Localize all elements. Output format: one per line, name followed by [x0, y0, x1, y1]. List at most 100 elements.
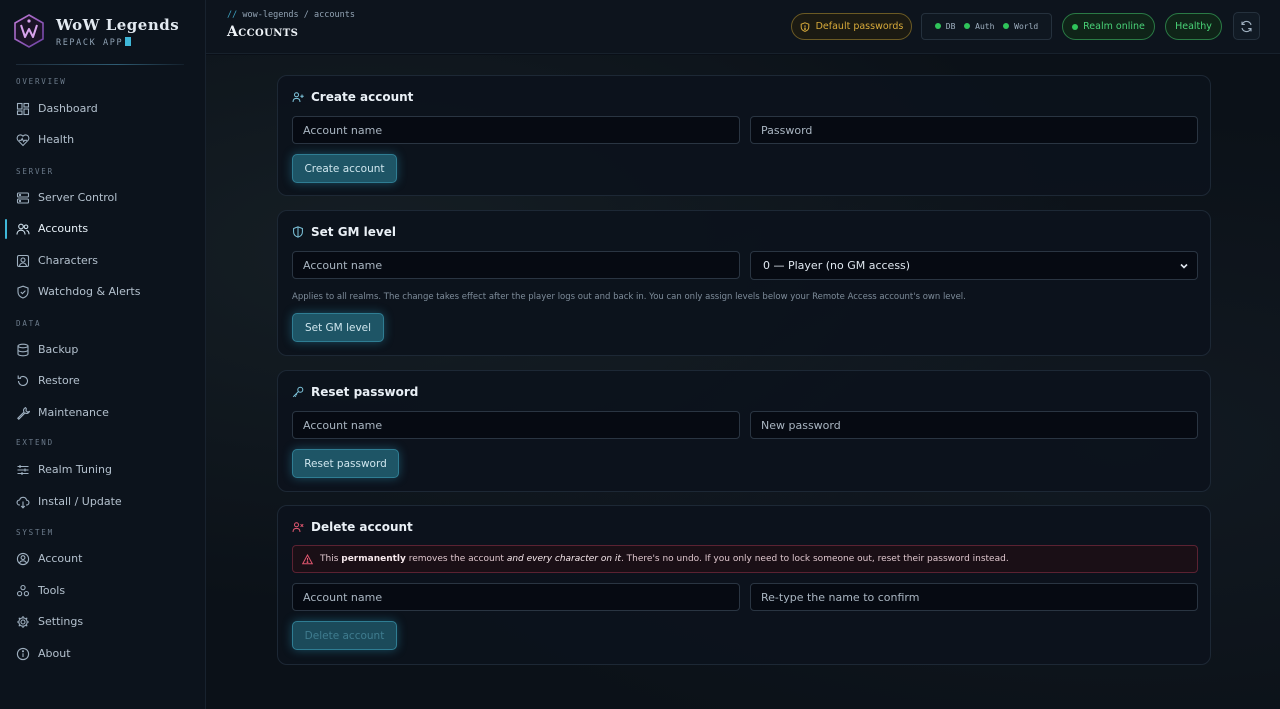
sidebar-item-label: Realm Tuning	[38, 463, 112, 476]
shield-check-icon	[16, 285, 30, 299]
database-icon	[16, 343, 30, 357]
active-indicator	[5, 219, 7, 239]
default-passwords-label: Default passwords	[815, 21, 904, 32]
create-account-card: Create account Create account	[277, 75, 1211, 196]
realm-status-label: Realm online	[1083, 21, 1145, 32]
brand-subtitle-text: REPACK APP	[56, 38, 124, 48]
brand[interactable]: WoW Legends REPACK APP	[12, 12, 197, 68]
sidebar-item-health[interactable]: Health	[0, 127, 205, 153]
realm-status-badge: Realm online	[1062, 13, 1155, 40]
gm-level-hint: Applies to all realms. The change takes …	[292, 292, 966, 302]
create-account-password-input[interactable]	[750, 116, 1198, 144]
card-title: Create account	[311, 90, 414, 104]
warning-triangle-icon	[302, 553, 313, 564]
nav-section-data: DATA	[16, 319, 42, 328]
warning-text-start: This	[320, 554, 342, 564]
sidebar-item-characters[interactable]: Characters	[0, 248, 205, 274]
sidebar-item-label: Accounts	[38, 222, 89, 235]
card-title: Delete account	[311, 520, 413, 534]
sidebar-item-accounts[interactable]: Accounts	[0, 216, 205, 242]
breadcrumb-prefix: //	[227, 10, 238, 20]
sidebar-item-label: Server Control	[38, 191, 118, 204]
main-content: Create account Create account Set GM lev…	[206, 55, 1280, 709]
gear-icon	[16, 615, 30, 629]
warning-text-middle: removes the account	[405, 554, 507, 564]
delete-account-card: Delete account This permanently removes …	[277, 505, 1211, 665]
breadcrumb: // wow-legends / accounts	[227, 10, 355, 20]
service-auth: Auth	[964, 22, 994, 31]
warning-text-emphasis: and every character on it	[506, 554, 621, 564]
sidebar-item-about[interactable]: About	[0, 641, 205, 667]
health-badge: Healthy	[1165, 13, 1222, 40]
shield-warning-icon	[800, 21, 809, 32]
reset-password-button[interactable]: Reset password	[292, 449, 399, 478]
status-dot-icon	[1003, 23, 1010, 29]
brand-title: WoW Legends	[56, 16, 180, 34]
service-status-group: DB Auth World	[921, 13, 1052, 40]
set-gm-level-card: Set GM level 0 — Player (no GM access) A…	[277, 210, 1211, 356]
top-header: // wow-legends / accounts Accounts Defau…	[206, 0, 1280, 54]
warning-text-end: . There's no undo. If you only need to l…	[620, 554, 1009, 564]
default-passwords-badge[interactable]: Default passwords	[791, 13, 912, 40]
sidebar-item-label: Health	[38, 133, 75, 146]
create-account-name-input[interactable]	[292, 116, 740, 144]
server-icon	[16, 191, 30, 205]
wrench-icon	[16, 406, 30, 420]
sidebar-item-install-update[interactable]: Install / Update	[0, 489, 205, 515]
sidebar-item-dashboard[interactable]: Dashboard	[0, 96, 205, 122]
card-title: Reset password	[311, 385, 419, 399]
card-header: Create account	[292, 89, 413, 105]
create-account-button[interactable]: Create account	[292, 154, 397, 183]
nav-section-system: SYSTEM	[16, 528, 54, 537]
chevron-down-icon	[1180, 263, 1188, 269]
sidebar-item-label: Characters	[38, 254, 99, 267]
sidebar-item-label: Tools	[38, 584, 66, 597]
sidebar-item-server-control[interactable]: Server Control	[0, 185, 205, 211]
sidebar-item-backup[interactable]: Backup	[0, 337, 205, 363]
card-header: Set GM level	[292, 224, 396, 240]
health-label: Healthy	[1175, 21, 1212, 32]
brand-subtitle: REPACK APP	[56, 37, 132, 48]
reset-account-name-input[interactable]	[292, 411, 740, 439]
delete-account-name-input[interactable]	[292, 583, 740, 611]
service-label: World	[1014, 22, 1039, 31]
info-icon	[16, 647, 30, 661]
delete-account-button[interactable]: Delete account	[292, 621, 397, 650]
set-gm-level-button[interactable]: Set GM level	[292, 313, 384, 342]
refresh-icon	[1241, 20, 1252, 32]
service-label: Auth	[975, 22, 995, 31]
cursor-icon	[125, 37, 132, 46]
delete-warning-banner: This permanently removes the account and…	[292, 545, 1198, 573]
sidebar-item-realm-tuning[interactable]: Realm Tuning	[0, 457, 205, 483]
sidebar-item-label: Watchdog & Alerts	[38, 285, 141, 298]
users-icon	[16, 222, 30, 236]
character-icon	[16, 254, 30, 268]
sidebar-item-label: Settings	[38, 615, 84, 628]
sidebar-item-watchdog[interactable]: Watchdog & Alerts	[0, 279, 205, 305]
sidebar-item-label: Account	[38, 552, 83, 565]
card-header: Reset password	[292, 384, 418, 400]
service-world: World	[1003, 22, 1038, 31]
sidebar-item-account[interactable]: Account	[0, 546, 205, 572]
card-title: Set GM level	[311, 225, 396, 239]
sidebar-item-tools[interactable]: Tools	[0, 578, 205, 604]
brand-divider	[16, 64, 184, 65]
sidebar-item-settings[interactable]: Settings	[0, 609, 205, 635]
sidebar-item-label: About	[38, 647, 71, 660]
sidebar: WoW Legends REPACK APP OVERVIEW Dashboar…	[0, 0, 206, 709]
sidebar-item-restore[interactable]: Restore	[0, 368, 205, 394]
new-password-input[interactable]	[750, 411, 1198, 439]
nav-section-server: SERVER	[16, 167, 54, 176]
sidebar-item-maintenance[interactable]: Maintenance	[0, 400, 205, 426]
shield-icon	[293, 226, 303, 238]
user-circle-icon	[16, 552, 30, 566]
sidebar-item-label: Maintenance	[38, 406, 109, 419]
delete-confirm-input[interactable]	[750, 583, 1198, 611]
sidebar-item-label: Dashboard	[38, 102, 98, 115]
gm-level-select[interactable]: 0 — Player (no GM access)	[750, 251, 1198, 280]
gm-account-name-input[interactable]	[292, 251, 740, 279]
status-dot-icon	[934, 23, 941, 29]
warning-text: This permanently removes the account and…	[320, 554, 1009, 564]
key-icon	[292, 386, 304, 398]
refresh-button[interactable]	[1233, 12, 1260, 40]
